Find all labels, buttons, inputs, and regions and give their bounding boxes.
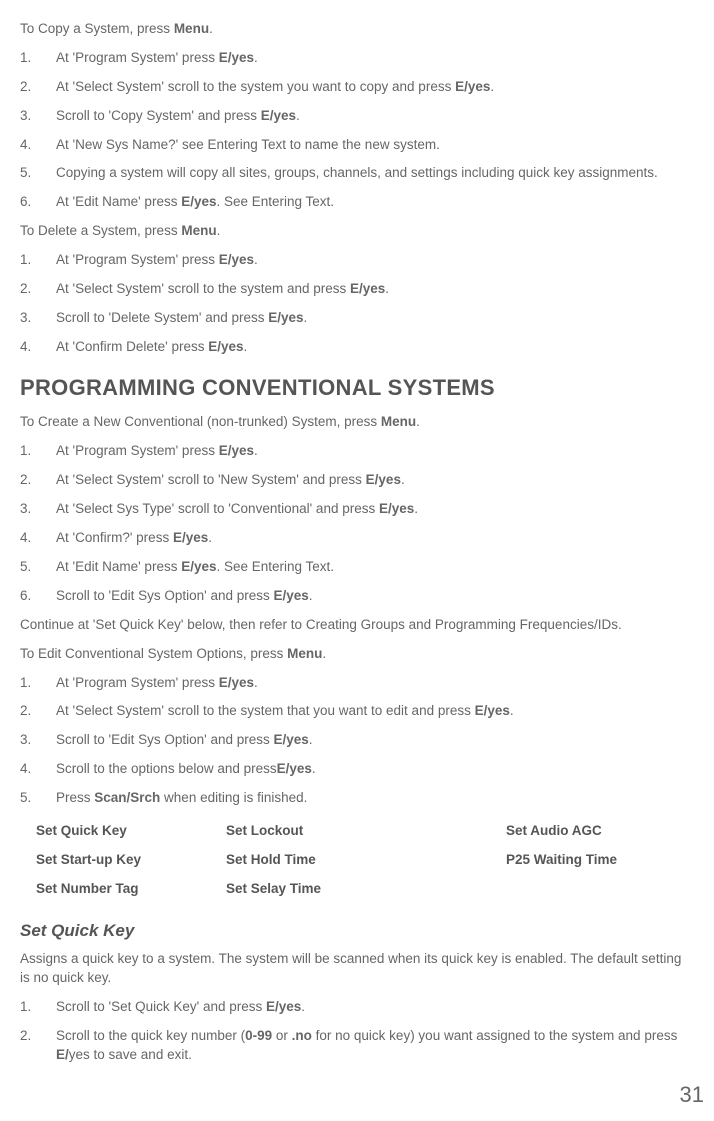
option-item: Set Selay Time [226, 880, 506, 899]
option-item: Set Audio AGC [506, 822, 694, 841]
list-item: 2.Scroll to the quick key number (0-99 o… [20, 1027, 694, 1065]
list-item: 6.Scroll to 'Edit Sys Option' and press … [20, 587, 694, 606]
heading-programming-conventional: PROGRAMMING CONVENTIONAL SYSTEMS [20, 373, 694, 404]
list-item: 2.At 'Select System' scroll to the syste… [20, 280, 694, 299]
list-item: 6.At 'Edit Name' press E/yes. See Enteri… [20, 193, 694, 212]
option-item: Set Quick Key [36, 822, 226, 841]
option-item: P25 Waiting Time [506, 851, 694, 870]
list-item: 2.At 'Select System' scroll to 'New Syst… [20, 471, 694, 490]
edit-steps: 1.At 'Program System' press E/yes. 2.At '… [20, 674, 694, 808]
continue-text: Continue at 'Set Quick Key' below, then … [20, 616, 694, 635]
quick-key-steps: 1.Scroll to 'Set Quick Key' and press E/… [20, 998, 694, 1065]
option-item: Set Start-up Key [36, 851, 226, 870]
subheading-set-quick-key: Set Quick Key [20, 919, 694, 943]
list-item: 2.At 'Select System' scroll to the syste… [20, 78, 694, 97]
create-steps: 1.At 'Program System' press E/yes. 2.At '… [20, 442, 694, 605]
list-item: 3.Scroll to 'Delete System' and press E/… [20, 309, 694, 328]
list-item: 5.Copying a system will copy all sites, … [20, 164, 694, 183]
delete-steps: 1.At 'Program System' press E/yes. 2.At '… [20, 251, 694, 357]
list-item: 5.Press Scan/Srch when editing is finish… [20, 789, 694, 808]
list-item: 4.At 'Confirm Delete' press E/yes. [20, 338, 694, 357]
list-item: 2.At 'Select System' scroll to the syste… [20, 702, 694, 721]
copy-steps: 1.At 'Program System' press E/yes. 2.At '… [20, 49, 694, 212]
list-item: 1.At 'Program System' press E/yes. [20, 674, 694, 693]
list-item: 3.Scroll to 'Copy System' and press E/ye… [20, 107, 694, 126]
edit-intro: To Edit Conventional System Options, pre… [20, 645, 694, 664]
list-item: 1.At 'Program System' press E/yes. [20, 442, 694, 461]
list-item: 4.Scroll to the options below and pressE… [20, 760, 694, 779]
list-item: 4.At 'New Sys Name?' see Entering Text t… [20, 136, 694, 155]
create-intro: To Create a New Conventional (non-trunke… [20, 413, 694, 432]
option-item: Set Hold Time [226, 851, 506, 870]
page-number: 31 [680, 1080, 704, 1111]
option-item: Set Number Tag [36, 880, 226, 899]
delete-intro: To Delete a System, press Menu. [20, 222, 694, 241]
list-item: 5.At 'Edit Name' press E/yes. See Enteri… [20, 558, 694, 577]
list-item: 3.At 'Select Sys Type' scroll to 'Conven… [20, 500, 694, 519]
options-table: Set Quick Key Set Start-up Key Set Number … [36, 822, 694, 909]
list-item: 4.At 'Confirm?' press E/yes. [20, 529, 694, 548]
list-item: 1.At 'Program System' press E/yes. [20, 251, 694, 270]
copy-intro: To Copy a System, press Menu. [20, 20, 694, 39]
quick-key-desc: Assigns a quick key to a system. The sys… [20, 950, 694, 988]
list-item: 1.At 'Program System' press E/yes. [20, 49, 694, 68]
option-item: Set Lockout [226, 822, 506, 841]
list-item: 1.Scroll to 'Set Quick Key' and press E/… [20, 998, 694, 1017]
list-item: 3.Scroll to 'Edit Sys Option' and press … [20, 731, 694, 750]
